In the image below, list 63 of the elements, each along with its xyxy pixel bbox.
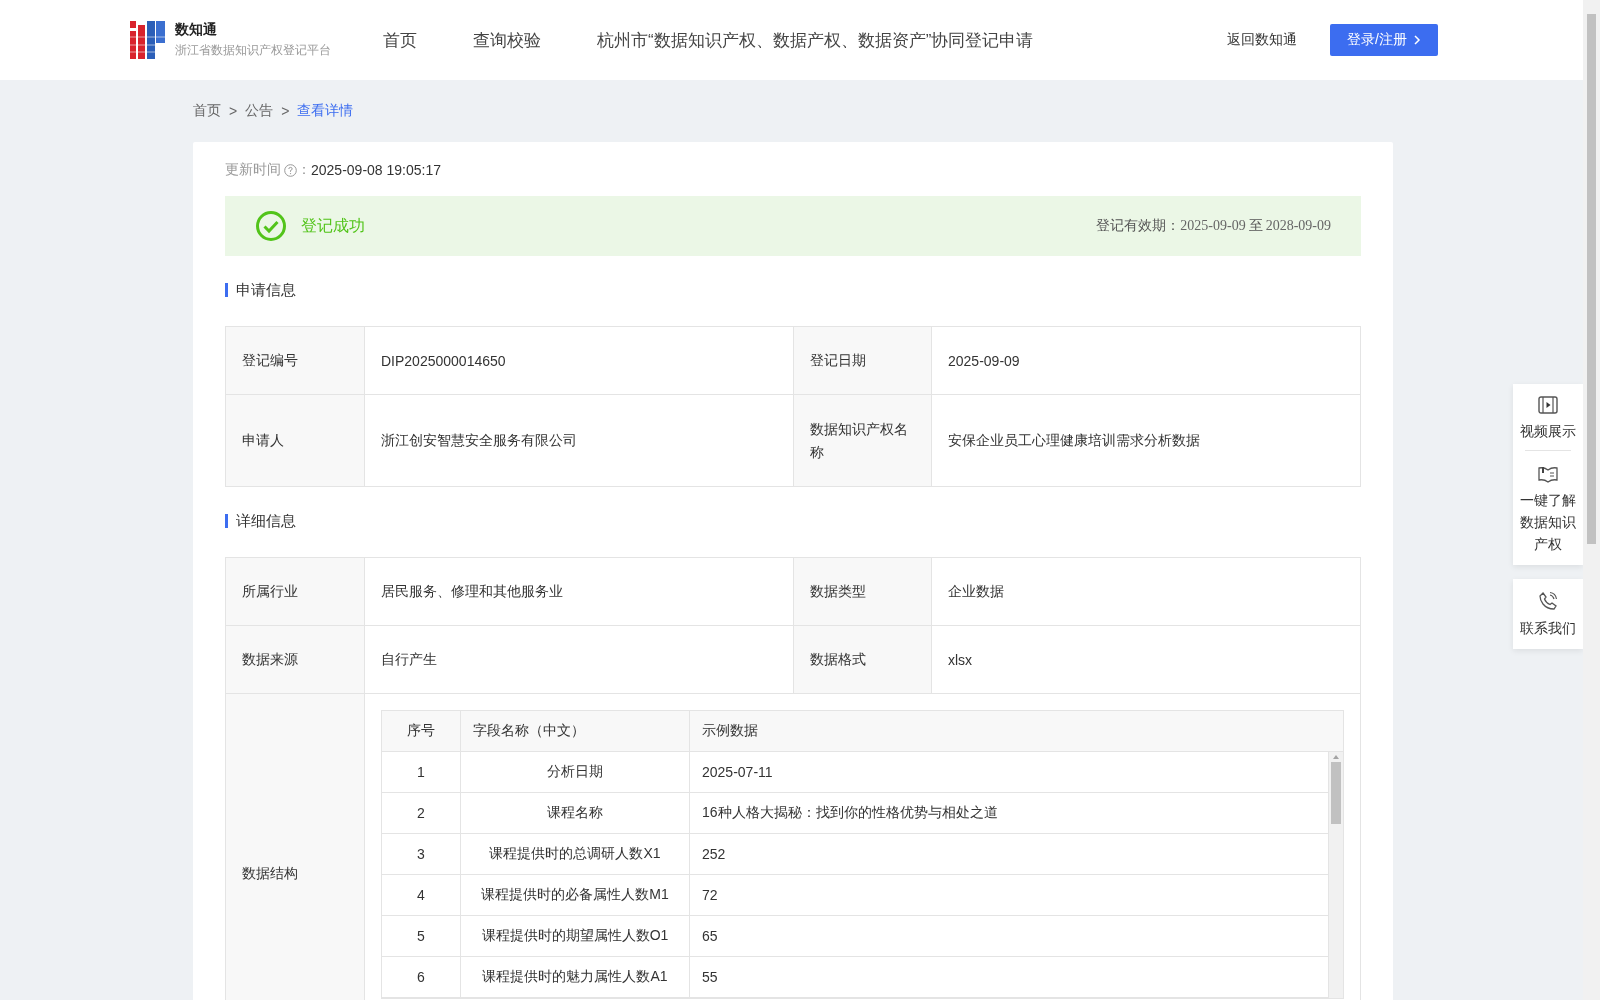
table-cell: 2 xyxy=(382,793,461,833)
field-label: 数据结构 xyxy=(226,694,365,1000)
side-link[interactable]: 一键了解数据知识产权 xyxy=(1518,465,1578,555)
field-label: 数据类型 xyxy=(794,558,932,626)
table-cell: 3 xyxy=(382,834,461,874)
nav-link[interactable]: 首页 xyxy=(383,28,417,52)
colon: ： xyxy=(297,161,311,179)
side-link[interactable]: 视频展示 xyxy=(1518,396,1578,442)
section-title: 申请信息 xyxy=(225,283,1361,297)
field-value: 2025-09-09 xyxy=(932,327,1361,395)
field-value: 安保企业员工心理健康培训需求分析数据 xyxy=(932,395,1361,487)
film-icon xyxy=(1538,396,1558,414)
scrollbar-thumb[interactable] xyxy=(1587,14,1596,544)
help-icon[interactable] xyxy=(284,163,297,177)
field-label: 所属行业 xyxy=(226,558,365,626)
phone-icon xyxy=(1538,591,1558,611)
table-cell: 分析日期 xyxy=(461,752,690,792)
page-scrollbar[interactable] xyxy=(1583,0,1600,1000)
table-cell: 4 xyxy=(382,875,461,915)
breadcrumb-link[interactable]: 首页 xyxy=(193,102,221,120)
back-link[interactable]: 返回数知通 xyxy=(1227,31,1297,49)
field-label: 登记编号 xyxy=(226,327,365,395)
valid-until-date: 2028-09-09 xyxy=(1265,218,1331,234)
table-cell: 6 xyxy=(382,957,461,997)
validity-label: 登记有效期： xyxy=(1096,217,1181,235)
update-time: 2025-09-08 19:05:17 xyxy=(311,162,441,178)
nav-link[interactable]: 查询校验 xyxy=(473,28,541,52)
validity-to: 至 xyxy=(1248,217,1263,235)
scrollbar[interactable] xyxy=(1329,752,1343,998)
column-header: 字段名称（中文） xyxy=(461,711,690,751)
breadcrumb-separator: > xyxy=(229,103,238,119)
column-header: 示例数据 xyxy=(701,721,759,740)
site-subtitle: 浙江省数据知识产权登记平台 xyxy=(175,42,331,59)
column-header: 序号 xyxy=(382,711,461,751)
update-time-label: 更新时间 xyxy=(225,161,281,179)
table-cell: 1 xyxy=(382,752,461,792)
field-label: 数据来源 xyxy=(226,626,365,694)
breadcrumb-link[interactable]: 公告 xyxy=(245,102,274,120)
field-label: 数据格式 xyxy=(794,626,932,694)
field-label: 申请人 xyxy=(226,395,365,487)
scrollbar-thumb[interactable] xyxy=(1331,762,1341,824)
nav-link[interactable]: 杭州市“数据知识产权、数据产权、数据资产”协同登记申请 xyxy=(597,28,1034,52)
field-label: 登记日期 xyxy=(794,327,932,395)
table-cell: 课程提供时的期望属性人数O1 xyxy=(461,916,690,956)
table-cell: 课程提供时的必备属性人数M1 xyxy=(461,875,690,915)
check-circle-icon xyxy=(255,210,287,242)
login-button[interactable]: 登录/注册 xyxy=(1330,24,1438,56)
site-name: 数知通 xyxy=(175,21,218,39)
logo-icon xyxy=(130,21,166,59)
valid-from-date: 2025-09-09 xyxy=(1180,218,1246,234)
book-icon xyxy=(1538,465,1558,483)
section-title: 详细信息 xyxy=(225,514,1361,528)
table-cell: 课程名称 xyxy=(461,793,690,833)
status-text: 登记成功 xyxy=(301,215,365,236)
table-cell: 课程提供时的魅力属性人数A1 xyxy=(461,957,690,997)
field-label: 数据知识产权名称 xyxy=(794,395,932,487)
breadcrumb-separator: > xyxy=(281,103,290,119)
field-value: 企业数据 xyxy=(932,558,1361,626)
breadcrumb-link[interactable]: 查看详情 xyxy=(297,102,354,120)
table-cell: 5 xyxy=(382,916,461,956)
chevron-right-icon xyxy=(1412,34,1421,46)
table-cell: 课程提供时的总调研人数X1 xyxy=(461,834,690,874)
field-value: xlsx xyxy=(932,626,1361,694)
